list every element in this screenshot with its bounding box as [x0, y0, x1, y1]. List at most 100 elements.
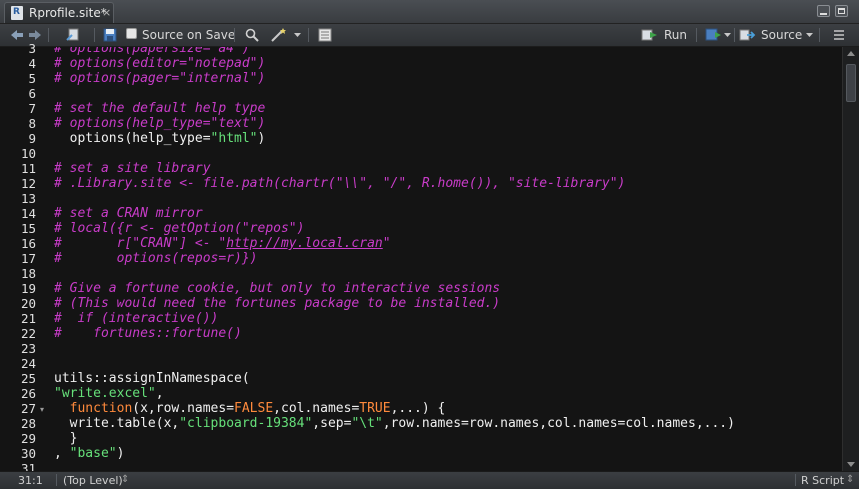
scroll-down-icon[interactable]	[847, 462, 855, 467]
line-number: 25	[20, 371, 36, 386]
status-bar: 31:1 (Top Level) ⇕ R Script ⇕	[0, 471, 859, 489]
code-token: FALSE	[234, 401, 274, 416]
code-token: ,sep=	[312, 416, 352, 431]
code-token: # Give a fortune cookie, but only to int…	[54, 281, 501, 296]
code-token: # local({r <- getOption("repos")	[54, 221, 305, 236]
code-line: # Give a fortune cookie, but only to int…	[54, 281, 500, 296]
code-token: # options(help_type="text")	[54, 116, 266, 131]
source-button[interactable]: Source	[761, 27, 802, 43]
line-number: 14	[20, 206, 36, 221]
code-line: # options(editor="notepad")	[54, 56, 265, 71]
line-number: 20	[20, 296, 36, 311]
code-line: # (This would need the fortunes package …	[54, 296, 500, 311]
close-icon[interactable]: ×	[102, 6, 111, 19]
line-number: 8	[28, 116, 36, 131]
chevron-down-icon[interactable]	[724, 33, 731, 38]
code-line: utils::assignInNamespace(	[54, 371, 250, 386]
code-token: "\t"	[351, 416, 383, 431]
chevron-updown-icon[interactable]: ⇕	[846, 473, 854, 487]
code-line: # set a CRAN mirror	[54, 206, 203, 221]
maximize-icon[interactable]	[835, 5, 848, 17]
line-number: 13	[20, 191, 36, 206]
code-token: # if (interactive())	[54, 311, 219, 326]
source-on-save-checkbox[interactable]	[126, 28, 137, 39]
cursor-position: 31:1	[18, 474, 43, 487]
code-line: , "base")	[54, 446, 124, 461]
code-editor[interactable]: # options(papersize="a4") # options(edito…	[50, 47, 842, 471]
code-token: ,	[155, 386, 164, 401]
vertical-scrollbar[interactable]	[842, 47, 859, 471]
code-token: # r["CRAN"] <- "	[54, 236, 227, 251]
scrollbar-thumb[interactable]	[846, 64, 856, 102]
code-token: "html"	[210, 131, 258, 146]
scroll-up-icon[interactable]	[847, 51, 855, 56]
code-line: # options(papersize="a4")	[54, 47, 250, 56]
line-number: 9	[28, 131, 36, 146]
code-token: # options(papersize="a4")	[54, 47, 250, 56]
code-token: }	[54, 431, 78, 446]
line-number: 7	[28, 101, 36, 116]
fold-toggle-icon[interactable]: ▾	[40, 405, 44, 414]
show-in-window-icon[interactable]	[66, 28, 80, 42]
line-number: 27	[20, 401, 36, 416]
code-token: "clipboard-19384"	[179, 416, 313, 431]
code-token: "base"	[69, 446, 117, 461]
line-number: 17	[20, 251, 36, 266]
chevron-down-icon[interactable]	[806, 33, 813, 38]
chevron-down-icon[interactable]	[294, 33, 301, 38]
line-number: 4	[28, 56, 36, 71]
scope-selector[interactable]: (Top Level)	[63, 474, 123, 488]
r-file-icon	[11, 6, 23, 20]
code-line: # options(repos=r)})	[54, 251, 258, 266]
code-token: TRUE	[359, 401, 391, 416]
save-icon[interactable]	[103, 28, 117, 42]
code-token: (x,row.names=	[132, 401, 235, 416]
code-line: # options(help_type="text")	[54, 116, 265, 131]
line-number: 30	[20, 446, 36, 461]
tab-rprofile[interactable]: Rprofile.site* ×	[4, 2, 114, 23]
code-token: write.table(x,	[54, 416, 180, 431]
source-icon[interactable]	[739, 28, 757, 42]
forward-arrow-icon[interactable]	[28, 29, 42, 41]
code-token: # fortunes::fortune()	[54, 326, 242, 341]
back-arrow-icon[interactable]	[10, 29, 24, 41]
code-token: utils::assignInNamespace(	[54, 371, 250, 386]
code-token: "	[382, 236, 391, 251]
file-type-selector[interactable]: R Script	[801, 474, 844, 488]
code-token: # options(repos=r)})	[54, 251, 258, 266]
code-line: # .Library.site <- file.path(chartr("\\"…	[54, 176, 625, 191]
code-token: "write.excel"	[54, 386, 156, 401]
line-number: 11	[20, 161, 36, 176]
run-icon[interactable]	[641, 28, 659, 42]
line-number: 6	[28, 86, 36, 101]
line-number-gutter: 3 4 5 6 7 8 9 10 11 12 13 14 15 16 17 18 19 20 21 22 23 24 25 2…	[0, 41, 50, 476]
code-token: ,row.names=row.names,col.names=col.names…	[382, 416, 735, 431]
search-icon[interactable]	[245, 28, 259, 42]
outline-menu-icon[interactable]	[834, 30, 846, 41]
run-button[interactable]: Run	[664, 27, 687, 43]
code-line: options(help_type="html")	[54, 131, 266, 146]
line-number: 18	[20, 266, 36, 281]
code-token: options(help_type=	[54, 131, 211, 146]
code-token: # options(editor="notepad")	[54, 56, 266, 71]
code-line: # fortunes::fortune()	[54, 326, 242, 341]
code-token: # set the default help type	[54, 101, 266, 116]
code-token: function	[69, 401, 133, 416]
compile-report-icon[interactable]	[318, 28, 332, 42]
code-line: # r["CRAN"] <- "http://my.local.cran"	[54, 236, 391, 251]
code-token: # (This would need the fortunes package …	[54, 296, 501, 311]
chevron-updown-icon[interactable]: ⇕	[121, 473, 129, 487]
code-line: # set a site library	[54, 161, 211, 176]
code-line: # if (interactive())	[54, 311, 218, 326]
line-number: 28	[20, 416, 36, 431]
line-number: 5	[28, 71, 36, 86]
line-number: 19	[20, 281, 36, 296]
code-line: # local({r <- getOption("repos")	[54, 221, 304, 236]
rerun-icon[interactable]	[705, 28, 723, 42]
minimize-icon[interactable]	[817, 5, 830, 17]
code-token: ,...) {	[390, 401, 446, 416]
line-number: 12	[20, 176, 36, 191]
line-number: 3	[28, 41, 36, 56]
magic-wand-icon[interactable]	[270, 27, 288, 43]
